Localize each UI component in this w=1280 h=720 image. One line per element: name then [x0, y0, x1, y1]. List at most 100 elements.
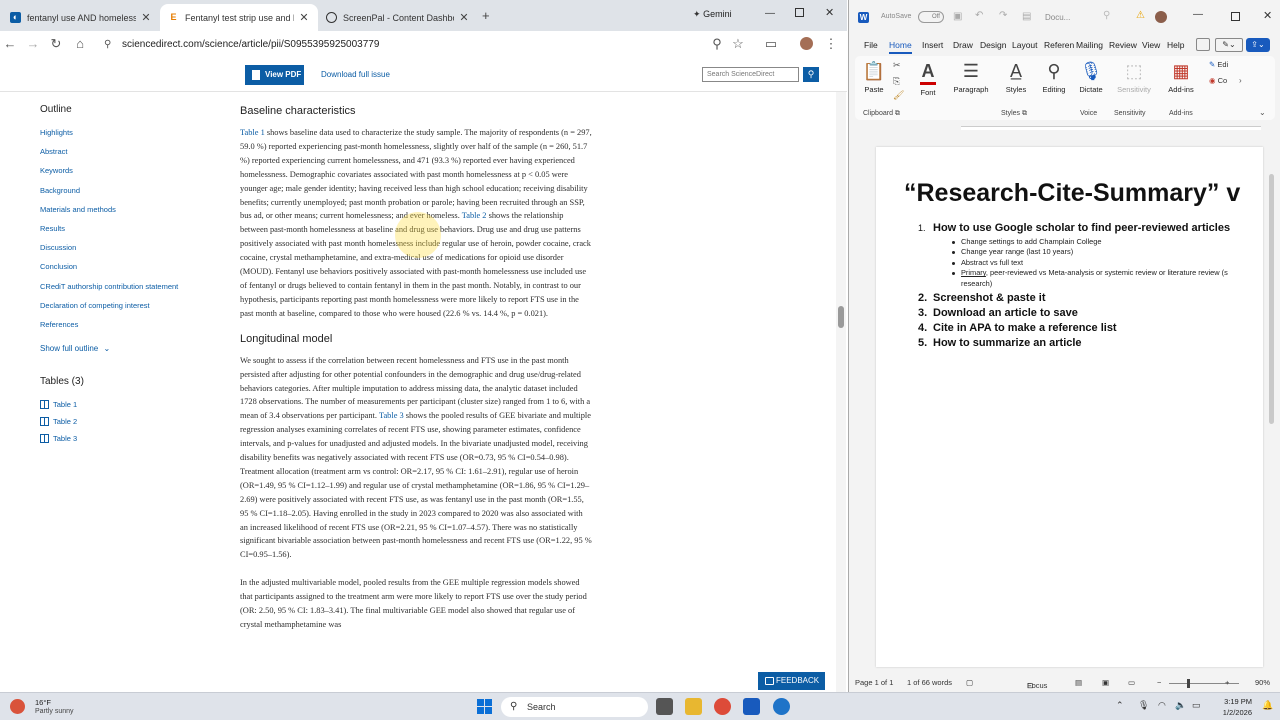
bookmark-star-icon[interactable]: ☆	[730, 36, 746, 52]
url-field[interactable]: ⚲ sciencedirect.com/science/article/pii/…	[96, 34, 756, 56]
collapse-ribbon-icon[interactable]: ⌄	[1259, 108, 1266, 117]
styles-button[interactable]: A̲ Styles	[1001, 60, 1031, 94]
tab-draw[interactable]: Draw	[953, 40, 973, 50]
dialog-launcher-icon[interactable]: ⧉	[1022, 110, 1027, 117]
copilot-button[interactable]: ◉ Co	[1209, 76, 1227, 85]
search-icon[interactable]: ⚲	[803, 67, 819, 82]
ribbon-more-icon[interactable]: ›	[1239, 76, 1242, 85]
tab-file[interactable]: File	[864, 40, 878, 50]
menu-dots-icon[interactable]: ⋮	[823, 36, 839, 52]
outline-item-keywords[interactable]: Keywords	[40, 165, 230, 184]
taskbar-search-input[interactable]: ⚲ Search	[501, 697, 648, 717]
editing-mode-icon[interactable]: ✎⌄	[1215, 38, 1243, 52]
show-full-outline-link[interactable]: Show full outline ⌄	[40, 344, 110, 353]
tab-help[interactable]: Help	[1167, 40, 1184, 50]
outline-item-discussion[interactable]: Discussion	[40, 242, 230, 261]
file-explorer-icon[interactable]	[685, 698, 702, 715]
weather-widget[interactable]: 16°F Partly sunny	[8, 696, 88, 718]
zoom-in-icon[interactable]: +	[1225, 678, 1229, 687]
word-icon[interactable]	[743, 698, 760, 715]
undo-icon[interactable]: ↶	[975, 10, 983, 21]
scrollbar-thumb[interactable]	[838, 306, 844, 328]
warning-icon[interactable]: ⚠	[1136, 10, 1145, 21]
outline-item-abstract[interactable]: Abstract	[40, 146, 230, 165]
page-count[interactable]: Page 1 of 1	[855, 678, 893, 687]
new-tab-icon[interactable]: +	[482, 8, 490, 23]
table-link-1[interactable]: Table 1	[40, 400, 84, 417]
clock[interactable]: 3:19 PM 1/2/2026	[1212, 696, 1252, 718]
user-avatar[interactable]	[1155, 11, 1167, 23]
tab-1[interactable]: ◐ fentanyl use AND homelessness ✕	[2, 4, 160, 31]
screenpal-icon[interactable]	[773, 698, 790, 715]
autosave-toggle[interactable]: Off	[918, 11, 944, 23]
forward-icon[interactable]: →	[25, 36, 41, 52]
download-issue-link[interactable]: Download full issue	[321, 70, 390, 79]
tab-mailings[interactable]: Mailing	[1076, 40, 1106, 50]
editor-button[interactable]: ✎ Edi	[1209, 60, 1228, 69]
table-3-link[interactable]: Table 3	[379, 411, 404, 420]
notifications-icon[interactable]: 🔔	[1262, 700, 1273, 711]
tab-2-active[interactable]: E Fentanyl test strip use and hom ✕	[160, 4, 318, 31]
table-link-3[interactable]: Table 3	[40, 434, 84, 451]
editing-button[interactable]: ⚲ Editing	[1039, 60, 1069, 94]
gemini-button[interactable]: ✦ Gemini	[693, 9, 732, 20]
close-window-icon[interactable]: ✕	[825, 6, 834, 19]
share-icon[interactable]: ⇪⌄	[1246, 38, 1270, 52]
close-window-icon[interactable]: ✕	[1263, 9, 1272, 22]
zoom-icon[interactable]: ⚲	[709, 36, 725, 52]
format-painter-icon[interactable]: 🖌	[893, 90, 904, 101]
print-layout-icon[interactable]: ▣	[1102, 678, 1109, 687]
table-2-link[interactable]: Table 2	[462, 211, 487, 220]
close-tab-icon[interactable]: ✕	[140, 11, 152, 24]
minimize-icon[interactable]: —	[765, 8, 775, 19]
outline-item-background[interactable]: Background	[40, 185, 230, 204]
outline-item-results[interactable]: Results	[40, 223, 230, 242]
outline-item-references[interactable]: References	[40, 319, 230, 338]
home-icon[interactable]: ⌂	[72, 36, 88, 52]
maximize-icon[interactable]	[795, 8, 804, 17]
dialog-launcher-icon[interactable]: ⧉	[895, 110, 900, 117]
tab-home[interactable]: Home	[889, 40, 912, 54]
volume-icon[interactable]: 🔈	[1175, 700, 1186, 711]
table-link-2[interactable]: Table 2	[40, 417, 84, 434]
word-count[interactable]: 1 of 66 words	[907, 678, 952, 687]
tab-insert[interactable]: Insert	[922, 40, 943, 50]
comments-icon[interactable]	[1196, 38, 1210, 51]
document-name[interactable]: Docu...	[1045, 13, 1070, 22]
dictate-button[interactable]: 🎙 Dictate	[1075, 60, 1107, 94]
microphone-icon[interactable]: 🎙	[1138, 700, 1149, 711]
wifi-icon[interactable]: ◠	[1158, 700, 1166, 711]
document-page[interactable]: “Research-Cite-Summary” v 1. How to use G…	[876, 147, 1263, 667]
save-icon[interactable]: ▣	[953, 11, 962, 22]
tray-overflow-icon[interactable]: ⌃	[1116, 700, 1124, 711]
tab-3[interactable]: ScreenPal - Content Dashboard ✕	[318, 4, 478, 31]
outline-item-highlights[interactable]: Highlights	[40, 127, 230, 146]
paste-button[interactable]: 📋 Paste	[861, 60, 887, 94]
tab-references[interactable]: Referen	[1044, 40, 1074, 50]
read-mode-icon[interactable]: ▤	[1075, 678, 1082, 687]
scrollbar-thumb[interactable]	[1269, 174, 1274, 424]
web-layout-icon[interactable]: ▭	[1128, 678, 1135, 687]
outline-item-credit[interactable]: CRediT authorship contribution statement	[40, 281, 230, 300]
zoom-level[interactable]: 90%	[1255, 678, 1270, 687]
cast-icon[interactable]: ▭	[763, 36, 779, 52]
zoom-out-icon[interactable]: −	[1157, 678, 1161, 687]
back-icon[interactable]: ←	[2, 36, 18, 52]
redo-icon[interactable]: ↷	[999, 10, 1007, 21]
battery-icon[interactable]: ▭	[1192, 700, 1201, 711]
outline-item-materials[interactable]: Materials and methods	[40, 204, 230, 223]
tab-layout[interactable]: Layout	[1012, 40, 1038, 50]
outline-item-conclusion[interactable]: Conclusion	[40, 261, 230, 280]
doc-scrollbar[interactable]	[1267, 134, 1277, 664]
windows-start-icon[interactable]	[477, 699, 493, 715]
sciencedirect-search-input[interactable]: Search ScienceDirect	[702, 67, 799, 82]
reload-icon[interactable]: ↻	[48, 36, 64, 52]
addins-button[interactable]: ▦ Add-ins	[1165, 60, 1197, 94]
cut-icon[interactable]: ✂	[893, 60, 901, 71]
zoom-slider-thumb[interactable]	[1187, 679, 1190, 688]
search-icon[interactable]: ⚲	[1103, 10, 1110, 21]
task-view-icon[interactable]	[656, 698, 673, 715]
profile-avatar[interactable]	[800, 37, 813, 50]
customize-icon[interactable]: ▤	[1022, 11, 1031, 22]
paragraph-button[interactable]: ☰ Paragraph	[949, 60, 993, 94]
